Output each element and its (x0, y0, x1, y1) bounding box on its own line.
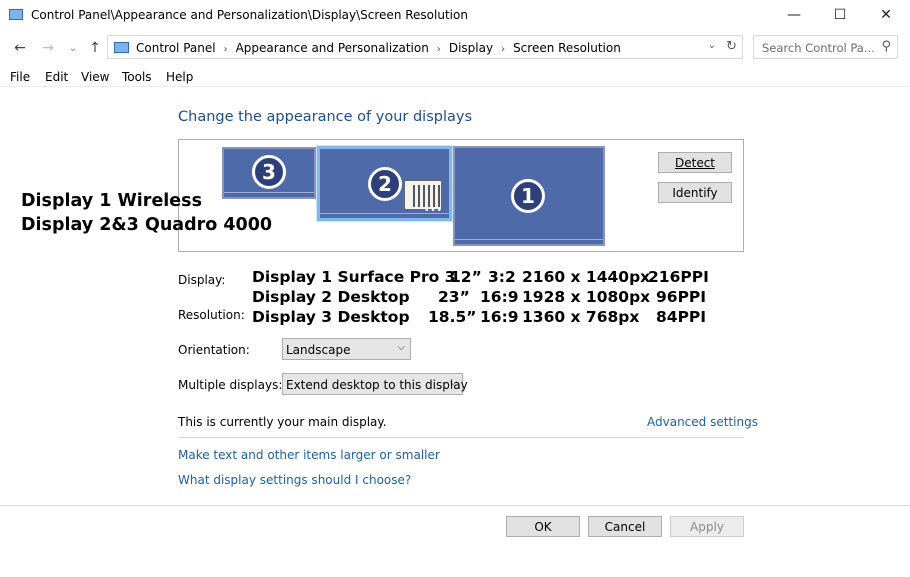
spec-ppi: 96PPI (656, 288, 707, 306)
multiple-displays-label: Multiple displays: (178, 378, 283, 392)
minimize-button[interactable]: — (771, 0, 817, 30)
refresh-icon[interactable]: ↻ (726, 39, 737, 54)
monitor-number-badge: 1 (511, 179, 545, 213)
cancel-button[interactable]: Cancel (588, 516, 662, 537)
menu-help[interactable]: Help (166, 70, 193, 84)
menu-view[interactable]: View (81, 70, 109, 84)
spec-size: 18.5” (428, 308, 477, 326)
multiple-displays-value: Extend desktop to this display (286, 378, 468, 392)
annotation-text: Display 1 Wireless Display 2&3 Quadro 40… (21, 189, 272, 237)
search-icon[interactable]: ⚲ (881, 39, 891, 54)
display-label: Display: (178, 273, 226, 287)
orientation-select[interactable]: Landscape ⌵ (282, 338, 411, 360)
breadcrumb-control-panel[interactable]: Control Panel (136, 41, 216, 55)
orientation-label: Orientation: (178, 343, 250, 357)
spec-pixels: 1928 x 1080px (522, 288, 651, 306)
display-grid-icon (413, 185, 441, 207)
spec-pixels: 1360 x 768px (522, 308, 640, 326)
monitor-2[interactable]: 2 ••• (317, 146, 452, 221)
close-button[interactable]: ✕ (863, 0, 909, 30)
spec-ratio: 16:9 (480, 288, 519, 306)
apply-button[interactable]: Apply (670, 516, 744, 537)
monitor-1[interactable]: 1 (453, 146, 605, 246)
up-arrow-icon[interactable]: ↑ (85, 38, 105, 58)
display-settings-help-link[interactable]: What display settings should I choose? (178, 473, 411, 487)
title-bar: Control Panel\Appearance and Personaliza… (0, 0, 910, 30)
back-arrow-icon[interactable]: ← (10, 38, 30, 58)
spec-ppi: 84PPI (656, 308, 707, 326)
spec-name: Display 2 Desktop (252, 288, 410, 306)
search-box[interactable]: Search Control Pa... ⚲ (753, 35, 898, 59)
breadcrumb-display[interactable]: Display (449, 41, 493, 55)
advanced-settings-link[interactable]: Advanced settings (647, 415, 758, 429)
control-panel-icon (9, 9, 23, 20)
spec-ratio: 3:2 (488, 268, 516, 286)
menu-tools[interactable]: Tools (122, 70, 152, 84)
breadcrumb-screen-resolution[interactable]: Screen Resolution (513, 41, 621, 55)
main-display-note: This is currently your main display. (178, 415, 387, 429)
monitor-taskbar (455, 239, 603, 240)
identify-button-label: Identify (672, 185, 718, 200)
spec-size: 23” (438, 288, 470, 306)
address-bar[interactable]: Control Panel › Appearance and Personaliza… (107, 35, 743, 59)
menu-edit[interactable]: Edit (45, 70, 68, 84)
identify-button[interactable]: Identify (658, 182, 732, 203)
breadcrumb: Control Panel › Appearance and Personaliza… (136, 41, 621, 55)
search-placeholder: Search Control Pa... (762, 41, 875, 55)
spec-ppi: 216PPI (648, 268, 709, 286)
ok-button[interactable]: OK (506, 516, 580, 537)
chevron-right-icon[interactable]: › (224, 44, 228, 55)
chevron-right-icon[interactable]: › (501, 44, 505, 55)
detect-button[interactable]: Detect (658, 152, 732, 173)
more-dots-icon: ••• (424, 206, 443, 216)
address-history-chevron-icon[interactable]: ⌄ (708, 40, 716, 51)
footer-divider (0, 505, 910, 506)
chevron-right-icon[interactable]: › (437, 44, 441, 55)
recent-locations-chevron-icon[interactable]: ⌄ (63, 38, 83, 58)
maximize-button[interactable]: ☐ (817, 0, 863, 30)
forward-arrow-icon[interactable]: → (38, 38, 58, 58)
navigation-bar: ← → ⌄ ↑ Control Panel › Appearance and Per… (0, 34, 910, 62)
monitor-number-badge: 2 (368, 167, 402, 201)
divider (178, 437, 744, 438)
computer-icon (114, 42, 129, 53)
resolution-label: Resolution: (178, 308, 245, 322)
page-title: Change the appearance of your displays (178, 109, 473, 125)
spec-pixels: 2160 x 1440px (522, 268, 651, 286)
spec-name: Display 1 Surface Pro 3 (252, 268, 456, 286)
spec-size: 12” (450, 268, 482, 286)
spec-name: Display 3 Desktop (252, 308, 410, 326)
monitor-number-badge: 3 (252, 155, 286, 189)
text-size-link[interactable]: Make text and other items larger or smal… (178, 448, 440, 462)
multiple-displays-select[interactable]: Extend desktop to this display ⌵ (282, 373, 468, 395)
annotation-line-1: Display 1 Wireless (21, 191, 203, 211)
chevron-down-icon: ⌵ (449, 377, 457, 388)
orientation-value: Landscape (286, 343, 351, 357)
menu-bar: File Edit View Tools Help (0, 67, 910, 87)
menu-file[interactable]: File (10, 70, 30, 84)
annotation-line-2: Display 2&3 Quadro 4000 (21, 215, 273, 235)
breadcrumb-appearance-and-personalization[interactable]: Appearance and Personalization (236, 41, 429, 55)
chevron-down-icon: ⌵ (397, 342, 405, 353)
spec-ratio: 16:9 (480, 308, 519, 326)
detect-button-label: Detect (674, 155, 715, 170)
window-title: Control Panel\Appearance and Personaliza… (31, 8, 468, 22)
